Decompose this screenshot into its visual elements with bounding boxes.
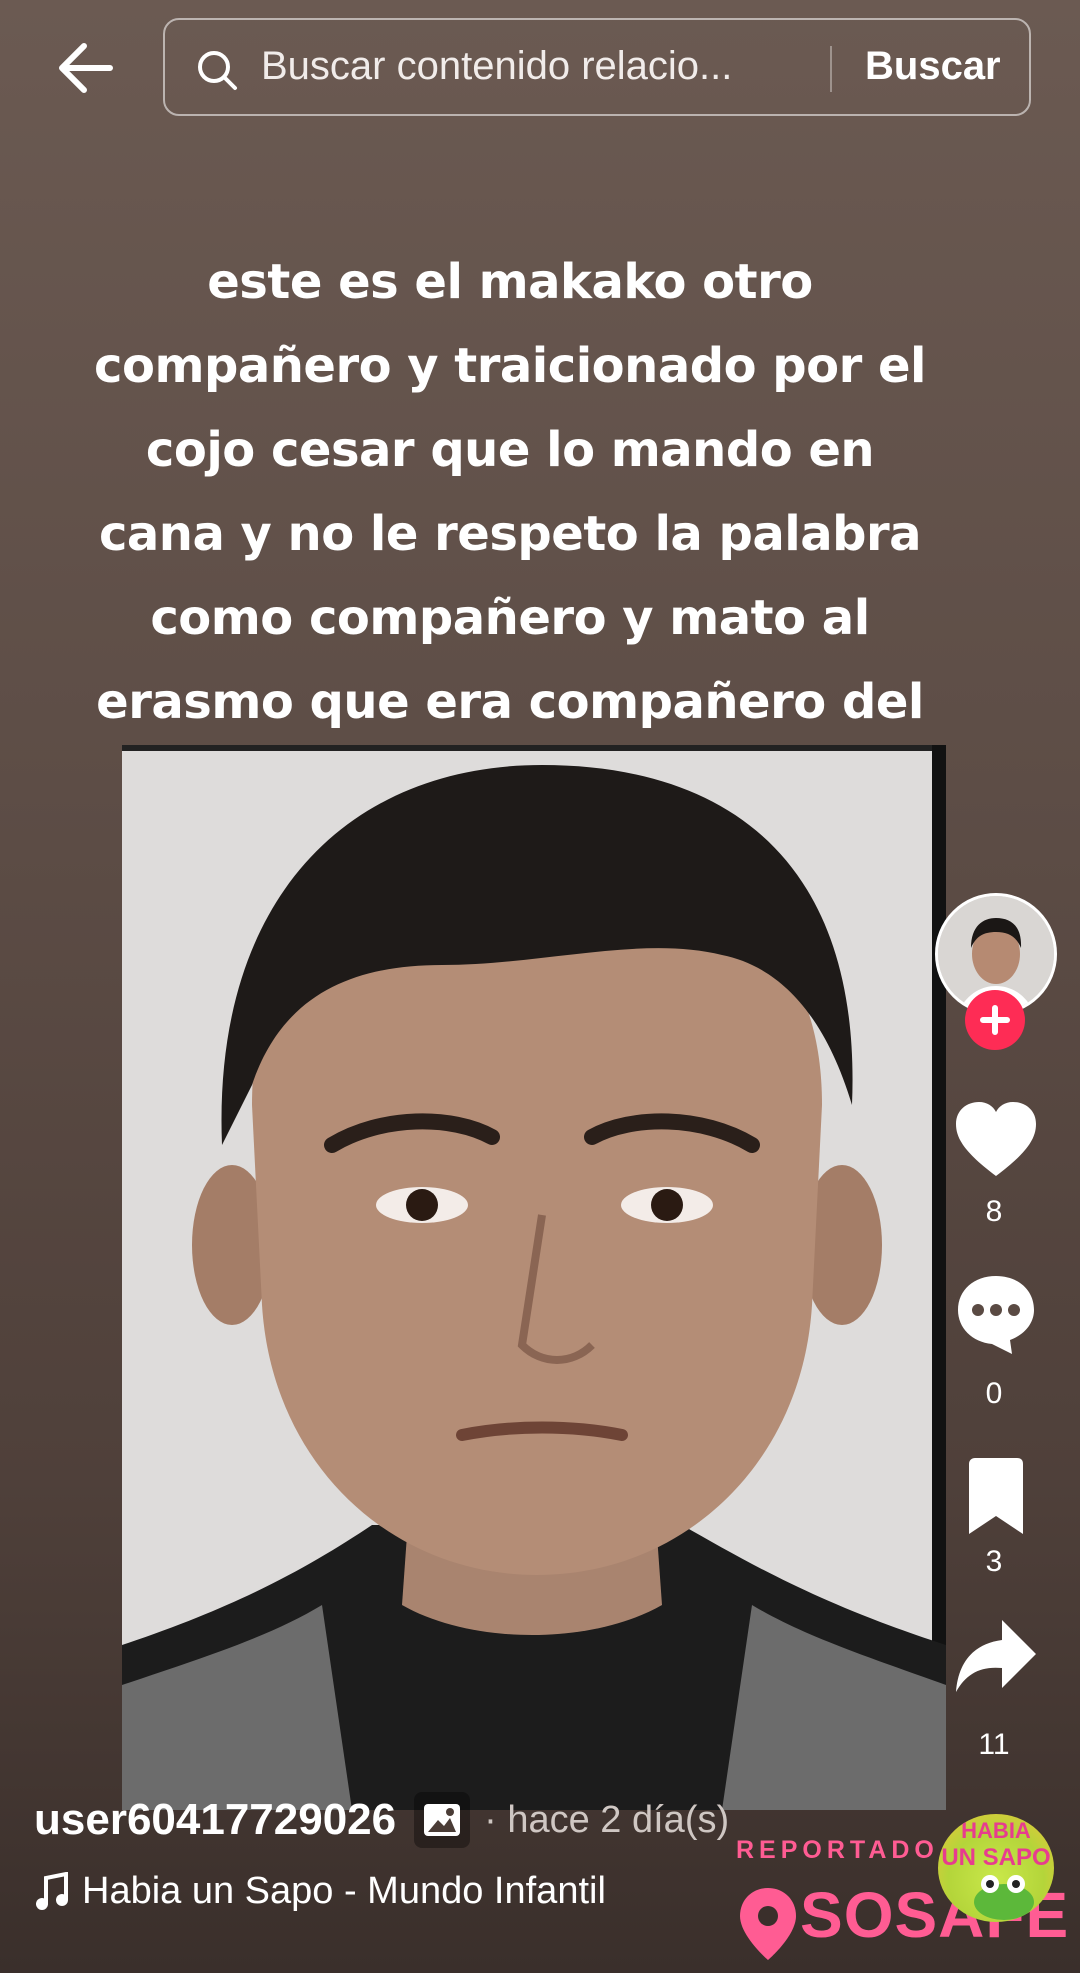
search-divider (830, 46, 832, 92)
caption-line: como compañero y mato al (150, 590, 870, 646)
follow-button[interactable] (965, 990, 1025, 1050)
location-pin-icon (740, 1888, 796, 1960)
comment-icon (958, 1276, 1034, 1354)
share-button[interactable] (954, 1618, 1038, 1694)
save-count: 3 (985, 1545, 1003, 1578)
comment-count: 0 (985, 1377, 1003, 1410)
search-button[interactable]: Buscar (865, 44, 1001, 89)
music-note-icon (36, 1871, 68, 1910)
bookmark-icon (969, 1458, 1023, 1534)
video-caption: este es el makako otro compañero y traic… (60, 240, 960, 744)
portrait-image (122, 765, 946, 1810)
search-bar[interactable]: Buscar contenido relacio... Buscar (163, 18, 1031, 116)
search-input[interactable]: Buscar contenido relacio... (261, 44, 961, 89)
post-info: user60417729026 · hace 2 día(s) (34, 1790, 729, 1850)
sound-row[interactable]: Habia un Sapo - Mundo Infantil (34, 1870, 606, 1913)
search-icon (198, 51, 237, 90)
comment-button[interactable] (954, 1272, 1038, 1356)
photo-badge (414, 1792, 471, 1848)
caption-line: cojo cesar que lo mando en (145, 422, 875, 478)
caption-line: cana y no le respeto la palabra (98, 506, 922, 562)
photo-icon (424, 1804, 461, 1836)
sapo-logo: HABIA UN SAPO (938, 1814, 1054, 1922)
like-count: 8 (985, 1195, 1003, 1228)
sound-title[interactable]: Habia un Sapo - Mundo Infantil (82, 1870, 606, 1913)
back-arrow-icon (59, 43, 113, 93)
plus-icon (980, 1005, 1010, 1035)
username[interactable]: user60417729026 (34, 1795, 396, 1845)
share-count: 11 (978, 1728, 1010, 1761)
caption-line: compañero y traicionado por el (94, 338, 926, 394)
caption-line: erasmo que era compañero del (96, 674, 924, 730)
back-button[interactable] (52, 28, 132, 108)
save-button[interactable] (963, 1456, 1029, 1538)
post-time: · hace 2 día(s) (484, 1798, 730, 1841)
heart-icon (956, 1102, 1036, 1176)
caption-line: este es el makako otro (207, 254, 813, 310)
top-bar: Buscar contenido relacio... Buscar (0, 0, 1080, 130)
video-photo[interactable] (122, 745, 946, 1810)
share-icon (956, 1620, 1036, 1692)
frog-drawing (974, 1875, 1034, 1920)
like-button[interactable] (954, 1100, 1038, 1180)
